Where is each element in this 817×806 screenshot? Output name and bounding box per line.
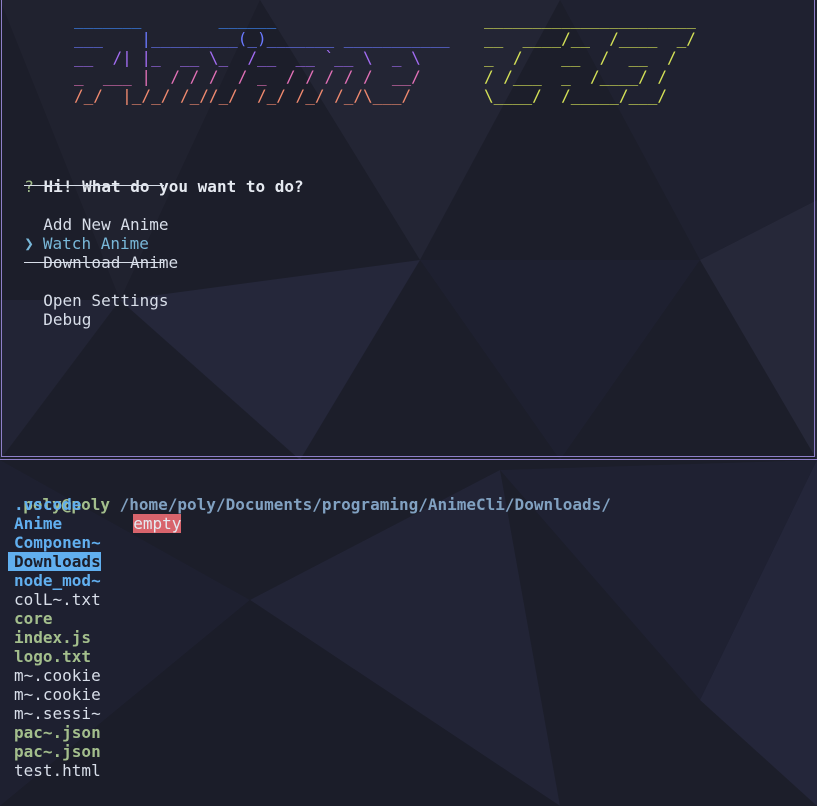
file-name[interactable]: m~.sessi~ bbox=[14, 704, 101, 723]
logo-line: / /___ _ /____/ / bbox=[484, 67, 668, 86]
file-list-item[interactable]: m~.sessi~ bbox=[14, 704, 101, 723]
file-name[interactable]: index.js bbox=[14, 628, 91, 647]
cli-ascii-logo: ______________________ __ ____/__ /____ … bbox=[484, 10, 696, 105]
file-list-item[interactable]: index.js bbox=[14, 628, 91, 647]
file-list-item[interactable]: pac~.json bbox=[14, 742, 101, 761]
file-list-item[interactable]: m~.cookie bbox=[14, 666, 101, 685]
menu-option-open-settings[interactable]: Open Settings bbox=[24, 272, 168, 310]
menu-separator bbox=[24, 185, 164, 186]
file-name[interactable]: colL~.txt bbox=[14, 590, 101, 609]
file-list-item[interactable]: .vscode bbox=[14, 495, 81, 514]
file-list-item[interactable]: colL~.txt bbox=[14, 590, 101, 609]
current-path: /home/poly/Documents/programing/AnimeCli… bbox=[119, 495, 611, 514]
logo-line: _______ ______ bbox=[74, 10, 277, 29]
directory-name[interactable]: Componen~ bbox=[14, 533, 101, 552]
menu-option-debug[interactable]: Debug bbox=[24, 291, 91, 329]
file-list-item[interactable]: m~.cookie bbox=[14, 685, 101, 704]
file-list-item[interactable]: logo.txt bbox=[14, 647, 91, 666]
file-name[interactable]: m~.cookie bbox=[14, 666, 101, 685]
file-list-item[interactable]: pac~.json bbox=[14, 723, 101, 742]
file-list-item[interactable]: Componen~ bbox=[14, 533, 101, 552]
question-text: Hi! What do you want to do? bbox=[43, 177, 304, 196]
directory-name[interactable]: node_mod~ bbox=[14, 571, 101, 590]
menu-option-label[interactable]: Debug bbox=[43, 310, 91, 329]
menu-separator bbox=[24, 262, 164, 263]
preview-panel: empty bbox=[114, 495, 182, 533]
directory-name[interactable]: Downloads bbox=[8, 552, 101, 571]
logo-line: ___ |_________(_)_______ ___________ bbox=[74, 29, 450, 48]
question-mark: ? bbox=[24, 177, 34, 196]
menu-option-add-new-anime[interactable]: Add New Anime bbox=[24, 196, 168, 234]
logo-line: __ /| |_ __ \_ /__ __ `__ \ _ \ bbox=[74, 48, 421, 67]
menu-question: ? Hi! What do you want to do? bbox=[5, 158, 303, 196]
anime-ascii-logo: _______ ______ ___ |_________(_)_______ … bbox=[74, 10, 450, 105]
file-name[interactable]: pac~.json bbox=[14, 723, 101, 742]
file-name[interactable]: pac~.json bbox=[14, 742, 101, 761]
menu-option-watch-anime[interactable]: ❯ Watch Anime bbox=[5, 215, 149, 253]
directory-name[interactable]: .vscode bbox=[14, 495, 81, 514]
file-list-item[interactable]: node_mod~ bbox=[14, 571, 101, 590]
file-list-item[interactable]: Downloads bbox=[8, 552, 101, 571]
file-list-item[interactable]: test.html bbox=[14, 761, 101, 780]
file-list-item[interactable]: core bbox=[14, 609, 53, 628]
logo-line: __ ____/__ /____ _/ bbox=[484, 29, 696, 48]
logo-line: ______________________ bbox=[484, 10, 696, 29]
file-name[interactable]: logo.txt bbox=[14, 647, 91, 666]
file-name[interactable]: test.html bbox=[14, 761, 101, 780]
empty-status-badge: empty bbox=[133, 514, 182, 533]
logo-line: _ / __ / __ / bbox=[484, 48, 677, 67]
logo-line: /_/ |_/_/ /_//_/ /_/ /_/ /_/\___/ bbox=[74, 86, 412, 105]
logo-line: \____/ /_____/___/ bbox=[484, 86, 668, 105]
menu-option-download-anime[interactable]: Download Anime bbox=[24, 234, 178, 272]
file-name[interactable]: core bbox=[14, 609, 53, 628]
shell-prompt: poly@poly /home/poly/Documents/programin… bbox=[4, 476, 611, 514]
directory-name[interactable]: Anime bbox=[14, 514, 62, 533]
logo-line: _ ___ | / / / / _ / / / / / __/ bbox=[74, 67, 421, 86]
file-name[interactable]: m~.cookie bbox=[14, 685, 101, 704]
file-list-item[interactable]: Anime bbox=[14, 514, 62, 533]
